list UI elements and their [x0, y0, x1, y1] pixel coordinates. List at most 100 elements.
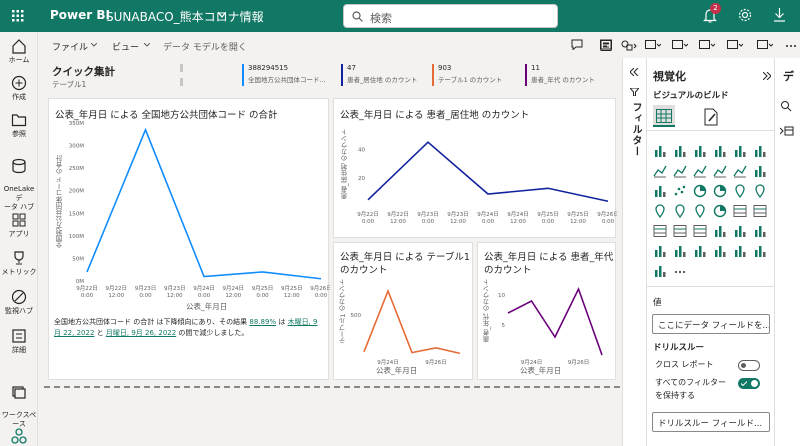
- area-chart-icon[interactable]: [673, 164, 687, 178]
- power-apps-icon[interactable]: [753, 244, 767, 258]
- values-drop-field[interactable]: ここにデータ フィールドを...: [652, 314, 770, 334]
- open-data-model-button[interactable]: データ モデルを開く: [163, 40, 247, 53]
- drillthrough-drop-field[interactable]: ドリルスルー フィールド...: [652, 412, 770, 432]
- paginated-icon[interactable]: [713, 244, 727, 258]
- nav-metrics[interactable]: メトリック: [0, 250, 38, 277]
- kpi-icon[interactable]: [753, 204, 767, 218]
- drillthrough-label: ドリルスルー: [653, 343, 705, 353]
- treemap-icon[interactable]: [733, 184, 747, 198]
- trophy-visual-icon[interactable]: [733, 244, 747, 258]
- qa-icon[interactable]: [673, 244, 687, 258]
- decomposition-icon[interactable]: [653, 244, 667, 258]
- view-menu[interactable]: ビュー: [112, 40, 139, 53]
- scatter-icon[interactable]: [673, 184, 687, 198]
- visualization-pane: 視覚化 ビジュアルのビルド 値 ここにデータ フィールドを... ドリルスルー …: [646, 58, 775, 446]
- page-icon[interactable]: [600, 40, 612, 51]
- search-icon[interactable]: [780, 100, 792, 112]
- group-icon[interactable]: [621, 40, 637, 51]
- clustered-column-icon[interactable]: [713, 144, 727, 158]
- subscribe-icon[interactable]: [727, 40, 743, 51]
- monitor-icon: [11, 289, 27, 305]
- 100-bar-icon[interactable]: [733, 144, 747, 158]
- toggle-knob: [741, 363, 746, 368]
- navigation-icon[interactable]: [693, 204, 707, 218]
- x-axis-label: 公表_年月日: [520, 366, 562, 375]
- funnel-icon[interactable]: [653, 184, 667, 198]
- line-column-icon[interactable]: [713, 164, 727, 178]
- nav-home[interactable]: ホーム: [0, 38, 38, 65]
- nav-onelake[interactable]: OneLake デ ータ ハブ: [0, 149, 38, 212]
- stacked-bar-icon[interactable]: [653, 144, 667, 158]
- nav-more[interactable]: 詳細: [0, 328, 38, 355]
- donut-icon[interactable]: [713, 184, 727, 198]
- keep-filters-toggle[interactable]: [738, 378, 760, 389]
- nav-home-label: ホーム: [8, 56, 30, 64]
- power-automate-icon[interactable]: [653, 264, 667, 278]
- kpi-label: 患者_居住地 のカウント: [347, 76, 418, 84]
- app-name[interactable]: Power BI: [50, 8, 110, 22]
- cross-report-toggle[interactable]: [738, 360, 760, 371]
- insert-icon[interactable]: [645, 40, 661, 51]
- table-icon[interactable]: [780, 126, 794, 136]
- chart-card-sum[interactable]: 公表_年月日 による 全国地方公共団体コード の合計 全国地方公共団体コード の…: [48, 98, 330, 380]
- line-chart-icon[interactable]: [653, 164, 667, 178]
- x-tick-label: 0:00: [139, 293, 152, 299]
- clustered-bar-icon[interactable]: [693, 144, 707, 158]
- nav-workspace[interactable]: ワークスペ ース: [0, 375, 38, 429]
- expand-right-icon[interactable]: [763, 72, 771, 80]
- download-icon[interactable]: [773, 8, 786, 22]
- filter-pane[interactable]: フィルター: [622, 58, 646, 446]
- export-icon[interactable]: [699, 40, 715, 51]
- nav-monitor[interactable]: 監視ハブ: [0, 289, 38, 316]
- data-pane-title[interactable]: デ: [783, 68, 794, 84]
- gauge-icon[interactable]: [713, 204, 727, 218]
- chevron-down-icon[interactable]: [218, 12, 226, 18]
- trophy-icon: [14, 251, 24, 265]
- chart-card-table1[interactable]: 公表_年月日 による テーブル1 のカウント テーブル1 のカウント 500 9月…: [333, 242, 473, 380]
- report-name[interactable]: SUNABACO_熊本コロナ情報: [106, 8, 264, 25]
- chart-card-residence[interactable]: 公表_年月日 による 患者_居住地 のカウント 患者_居住地 のカウント 40 2…: [333, 98, 617, 238]
- 100-column-icon[interactable]: [753, 144, 767, 158]
- x-tick-label: 0:00: [362, 219, 375, 225]
- nav-metrics-label: メトリック: [1, 268, 37, 276]
- ribbon-icon[interactable]: [733, 164, 747, 178]
- kpi-label: テーブル1 のカウント: [438, 76, 503, 84]
- format-visual-icon[interactable]: [703, 108, 719, 126]
- key-influencers-icon[interactable]: [753, 224, 767, 238]
- slicer-icon[interactable]: [653, 224, 667, 238]
- chart-card-age[interactable]: 公表_年月日 による 患者_年代 のカウント 患者_年代 のカウント 10 5 9月…: [477, 242, 616, 380]
- app-launcher-icon[interactable]: [12, 10, 24, 22]
- stacked-column-icon[interactable]: [673, 144, 687, 158]
- stacked-area-icon[interactable]: [693, 164, 707, 178]
- narrative-text: の間で減少しました。: [178, 329, 249, 337]
- workspace-app-icon[interactable]: [11, 428, 27, 444]
- waterfall-icon[interactable]: [753, 164, 767, 178]
- table-icon[interactable]: [673, 224, 687, 238]
- pie-icon[interactable]: [693, 184, 707, 198]
- r-visual-icon[interactable]: [713, 224, 727, 238]
- kpi-color-bar: [242, 64, 244, 86]
- build-visual-tab[interactable]: [653, 105, 675, 127]
- ellipsis-icon[interactable]: [785, 40, 799, 51]
- x-tick-label: 9月25日: [567, 211, 589, 218]
- narrative-icon[interactable]: [693, 244, 707, 258]
- filled-map-icon[interactable]: [653, 204, 667, 218]
- card-icon[interactable]: [733, 204, 747, 218]
- gear-icon[interactable]: [738, 8, 752, 22]
- nav-create[interactable]: 作成: [0, 75, 38, 102]
- comment-icon[interactable]: [571, 39, 583, 50]
- search-input[interactable]: 検索: [343, 4, 558, 28]
- collapse-left-icon[interactable]: [630, 68, 639, 76]
- azure-map-icon[interactable]: [673, 204, 687, 218]
- python-icon[interactable]: [733, 224, 747, 238]
- nav-browse[interactable]: 参照: [0, 112, 38, 139]
- file-menu[interactable]: ファイル: [52, 40, 88, 53]
- y-tick-label: 350M: [69, 121, 84, 127]
- map-icon[interactable]: [753, 184, 767, 198]
- x-tick-label: 0:00: [256, 293, 269, 299]
- nav-apps[interactable]: アプリ: [0, 212, 38, 239]
- share-icon[interactable]: [672, 40, 688, 51]
- edit-icon[interactable]: [757, 40, 773, 51]
- matrix-icon[interactable]: [693, 224, 707, 238]
- more-visuals-icon[interactable]: [673, 264, 687, 278]
